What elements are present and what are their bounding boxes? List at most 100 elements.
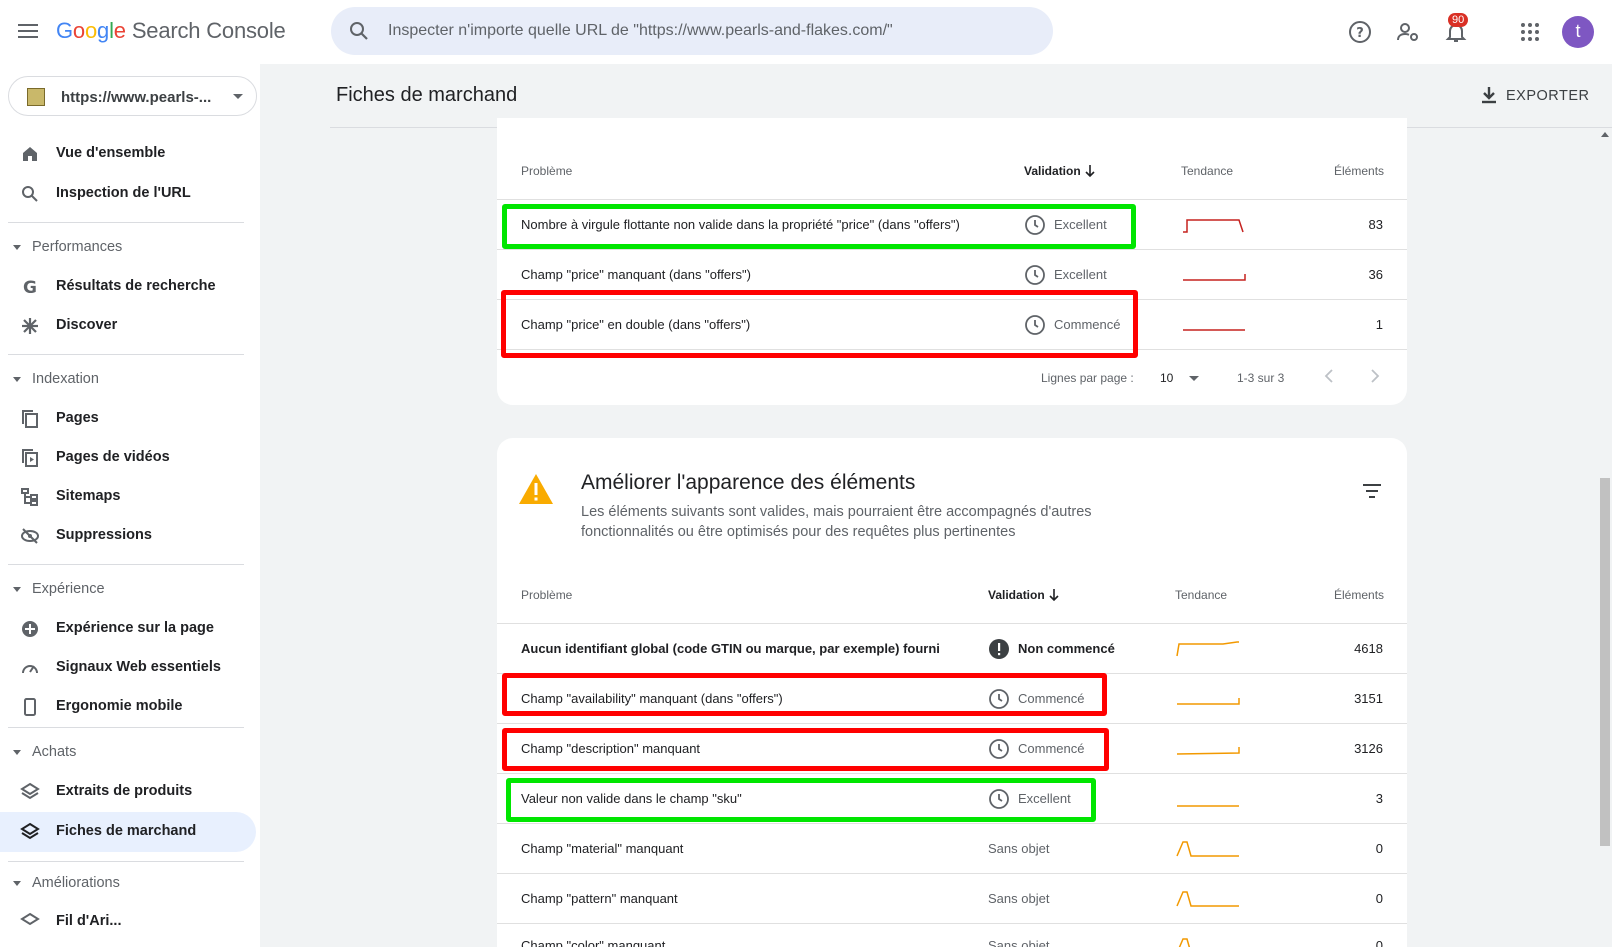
col-header-trend: Tendance: [1175, 588, 1228, 602]
google-g-icon: G: [23, 278, 37, 297]
sidebar-item-mobile-usability[interactable]: Ergonomie mobile: [0, 687, 256, 727]
search-placeholder: Inspecter n'importe quelle URL de "https…: [388, 22, 893, 39]
col-header-validation[interactable]: Validation: [988, 588, 1045, 602]
collapse-arrow-icon: [13, 750, 21, 755]
trend-sparkline: [1183, 329, 1245, 331]
rows-per-page-label: Lignes par page :: [1041, 371, 1134, 385]
user-settings-icon[interactable]: [1396, 20, 1420, 44]
collapse-arrow-icon: [13, 245, 21, 250]
sidebar-item-sitemaps[interactable]: Sitemaps: [0, 477, 256, 517]
item-count: 36: [1368, 267, 1383, 282]
page-title: Fiches de marchand: [336, 84, 518, 106]
sidebar-item-page-experience[interactable]: Expérience sur la page: [0, 609, 256, 649]
property-selector[interactable]: https://www.pearls-...: [8, 76, 257, 116]
table-row[interactable]: Champ "material" manquant Sans objet 0: [497, 823, 1407, 873]
layers-icon: [20, 912, 40, 926]
sidebar-item-pages[interactable]: Pages: [0, 399, 256, 439]
item-count: 0: [1375, 891, 1383, 906]
property-label: https://www.pearls-...: [61, 89, 212, 106]
item-count: 3151: [1354, 691, 1383, 706]
layers-icon: [20, 822, 40, 840]
trend-sparkline: [1176, 891, 1239, 907]
site-favicon-icon: [27, 88, 45, 106]
eye-off-icon: [21, 528, 39, 544]
sidebar-item-merchant-listings[interactable]: Fiches de marchand: [0, 812, 256, 852]
table-row[interactable]: Aucun identifiant global (code GTIN ou m…: [497, 623, 1407, 673]
trend-sparkline: [1177, 698, 1240, 705]
issues-table-card: Problème Validation Tendance Éléments No…: [497, 118, 1407, 405]
sidebar-section-enhancements[interactable]: Améliorations: [0, 864, 256, 904]
trend-sparkline: [1183, 219, 1244, 233]
sidebar-item-removals[interactable]: Suppressions: [0, 516, 256, 556]
item-count: 0: [1375, 841, 1383, 856]
sidebar-item-core-web-vitals[interactable]: Signaux Web essentiels: [0, 648, 256, 688]
sidebar-nav: https://www.pearls-... Vue d'ensemble In…: [0, 64, 260, 947]
speedometer-icon: [22, 665, 38, 674]
scrollbar-thumb[interactable]: [1600, 478, 1610, 846]
scroll-up-arrow-icon[interactable]: [1601, 132, 1609, 137]
apps-grid-icon[interactable]: [1518, 20, 1542, 44]
pagination-range: 1-3 sur 3: [1237, 371, 1285, 385]
sidebar-item-video-pages[interactable]: Pages de vidéos: [0, 438, 256, 478]
help-icon[interactable]: ?: [1348, 20, 1372, 44]
top-app-bar: Google Search Console Inspecter n'importe…: [0, 0, 1612, 64]
col-header-validation[interactable]: Validation: [1024, 164, 1081, 178]
trend-sparkline: [1176, 841, 1239, 857]
sidebar-section-experience[interactable]: Expérience: [0, 570, 256, 610]
trend-sparkline: [1183, 274, 1246, 281]
sitemap-icon: [21, 488, 38, 506]
sidebar-section-indexing[interactable]: Indexation: [0, 360, 256, 400]
trend-sparkline: [1177, 805, 1239, 807]
sidebar-section-shopping[interactable]: Achats: [0, 733, 256, 773]
item-count: 1: [1375, 317, 1383, 332]
highlight-box-red: [502, 728, 1109, 771]
sort-arrow-down-icon[interactable]: [1048, 588, 1060, 602]
chevron-left-icon[interactable]: [1321, 367, 1339, 385]
validation-status: Non commencé: [988, 638, 1115, 660]
collapse-arrow-icon: [13, 377, 21, 382]
highlight-box-red: [502, 673, 1107, 716]
hamburger-menu-icon[interactable]: [16, 20, 40, 44]
validation-status: Excellent: [1024, 264, 1107, 286]
sidebar-item-breadcrumbs[interactable]: Fil d'Ari...: [0, 902, 256, 942]
divider: [8, 564, 244, 565]
account-avatar[interactable]: t: [1562, 16, 1594, 48]
asterisk-discover-icon: [22, 318, 38, 334]
sidebar-item-search-results[interactable]: G Résultats de recherche: [0, 267, 256, 307]
dropdown-arrow-icon[interactable]: [1189, 376, 1199, 381]
smartphone-icon: [24, 698, 36, 716]
collapse-arrow-icon: [13, 881, 21, 886]
col-header-items: Éléments: [1334, 164, 1385, 178]
card-title: Améliorer l'apparence des éléments: [581, 471, 916, 494]
table-row[interactable]: Champ "pattern" manquant Sans objet 0: [497, 873, 1407, 923]
dropdown-arrow-icon: [233, 94, 243, 99]
sidebar-item-discover[interactable]: Discover: [0, 306, 256, 346]
product-name: Search Console: [131, 18, 286, 43]
svg-text:?: ?: [1356, 26, 1364, 41]
issue-name: Champ "price" manquant (dans "offers"): [521, 267, 751, 282]
filter-icon[interactable]: [1361, 482, 1383, 500]
home-icon: [23, 147, 37, 161]
col-header-problem: Problème: [521, 588, 573, 602]
video-pages-icon: [22, 449, 38, 467]
issue-name: Champ "material" manquant: [521, 841, 684, 856]
sidebar-section-performance[interactable]: Performances: [0, 228, 256, 268]
highlight-box-red: [501, 290, 1138, 358]
highlight-box-green: [502, 204, 1136, 249]
page-experience-icon: [22, 621, 38, 637]
svg-text:G: G: [23, 278, 37, 297]
sidebar-item-url-inspection[interactable]: Inspection de l'URL: [0, 174, 256, 214]
sidebar-item-overview[interactable]: Vue d'ensemble: [0, 134, 256, 174]
pages-icon: [22, 410, 38, 428]
rows-per-page-select[interactable]: 10: [1160, 371, 1173, 385]
divider: [8, 222, 244, 223]
sort-arrow-down-icon[interactable]: [1084, 164, 1096, 178]
col-header-trend: Tendance: [1181, 164, 1234, 178]
card-description-line-2: fonctionnalités ou être optimisés pour d…: [581, 524, 1016, 540]
google-search-console-logo[interactable]: Google Search Console: [56, 18, 286, 44]
table-row[interactable]: Champ "color" manquant Sans objet 0: [497, 923, 1407, 947]
url-inspection-search[interactable]: Inspecter n'importe quelle URL de "https…: [331, 7, 1053, 55]
sidebar-item-product-snippets[interactable]: Extraits de produits: [0, 772, 256, 812]
card-description-line-1: Les éléments suivants sont valides, mais…: [581, 504, 1092, 520]
chevron-right-icon[interactable]: [1365, 367, 1383, 385]
